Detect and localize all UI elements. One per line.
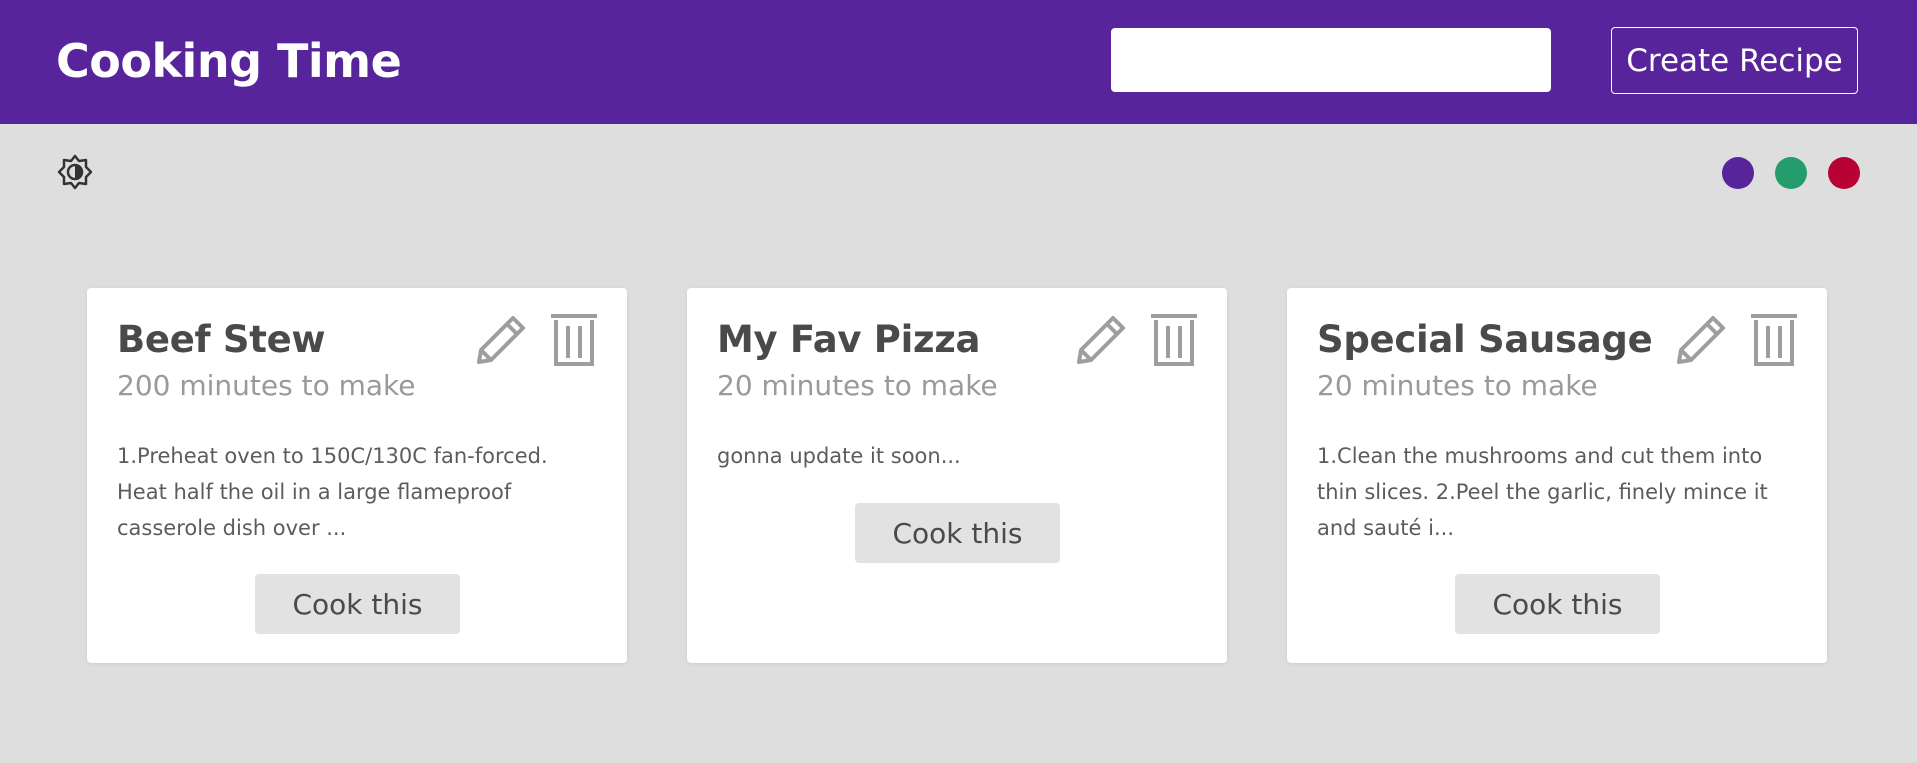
trash-icon[interactable] (1149, 310, 1199, 370)
recipe-title: Beef Stew (117, 318, 326, 361)
recipe-title: Special Sausage (1317, 318, 1653, 361)
theme-color-green[interactable] (1775, 157, 1807, 189)
pencil-icon[interactable] (1071, 310, 1131, 370)
theme-color-purple[interactable] (1722, 157, 1754, 189)
recipe-time: 20 minutes to make (1317, 369, 1598, 402)
recipe-time: 200 minutes to make (117, 369, 416, 402)
pencil-icon[interactable] (1671, 310, 1731, 370)
recipe-method: gonna update it soon... (717, 444, 961, 468)
search-input[interactable] (1111, 28, 1551, 92)
recipe-method: 1.Clean the mushrooms and cut them into … (1317, 444, 1768, 540)
recipe-card: Special Sausage 20 minutes to make 1.Cle… (1287, 288, 1827, 663)
cook-this-button[interactable]: Cook this (1455, 574, 1660, 634)
recipe-card: Beef Stew 200 minutes to make 1.Preheat … (87, 288, 627, 663)
create-recipe-button[interactable]: Create Recipe (1611, 27, 1858, 94)
trash-icon[interactable] (1749, 310, 1799, 370)
recipe-title: My Fav Pizza (717, 318, 981, 361)
brightness-mode-icon[interactable] (57, 154, 93, 190)
cook-this-button[interactable]: Cook this (855, 503, 1060, 563)
pencil-icon[interactable] (471, 310, 531, 370)
recipe-time: 20 minutes to make (717, 369, 998, 402)
cook-this-button[interactable]: Cook this (255, 574, 460, 634)
recipe-method: 1.Preheat oven to 150C/130C fan-forced. … (117, 444, 548, 540)
trash-icon[interactable] (549, 310, 599, 370)
navbar: Cooking Time Create Recipe (0, 0, 1917, 124)
app-title[interactable]: Cooking Time (56, 31, 402, 91)
recipe-card: My Fav Pizza 20 minutes to make gonna up… (687, 288, 1227, 663)
theme-color-red[interactable] (1828, 157, 1860, 189)
